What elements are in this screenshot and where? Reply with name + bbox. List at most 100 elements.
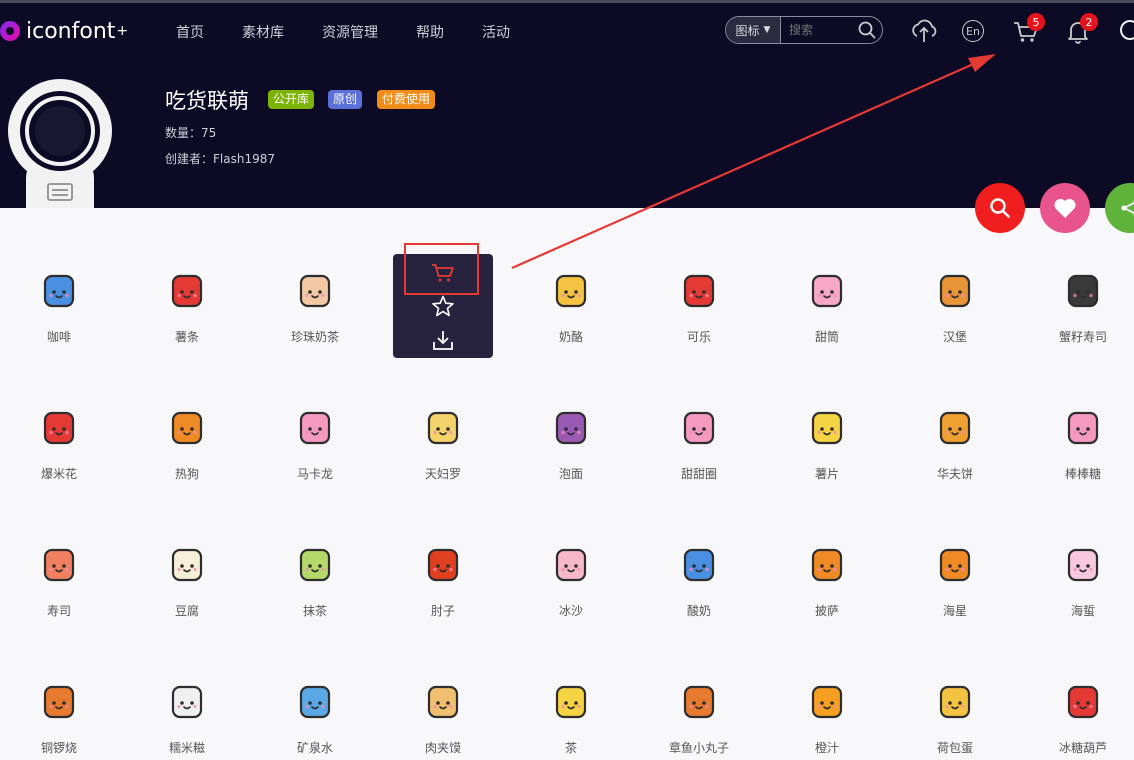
project-title: 吃货联萌	[165, 89, 249, 113]
mochi-icon	[171, 685, 203, 719]
icon-card[interactable]: 薯片	[763, 407, 891, 482]
pork-knuckle-icon	[427, 548, 459, 582]
icon-card[interactable]: 天妇罗	[379, 407, 507, 482]
icon-label: 抹茶	[302, 604, 327, 618]
icon-card[interactable]: 华夫饼	[891, 407, 1019, 482]
icon-card[interactable]: 铜锣烧	[0, 681, 123, 756]
popcorn-icon	[43, 411, 75, 445]
icon-label: 茶	[564, 741, 577, 755]
burger-icon	[939, 274, 971, 308]
icon-card[interactable]: 冰沙	[507, 544, 635, 619]
icon-card[interactable]: 咖啡	[0, 270, 123, 345]
bubble-tea-icon	[299, 274, 331, 308]
icon-card[interactable]: 汉堡	[891, 270, 1019, 345]
chat-icon[interactable]	[1118, 20, 1134, 44]
icon-card[interactable]: 橙汁	[763, 681, 891, 756]
icon-card[interactable]: 糯米糍	[123, 681, 251, 756]
search-input[interactable]	[781, 22, 859, 38]
icon-card[interactable]: 甜甜圈	[635, 407, 763, 482]
corn-dog-icon	[171, 411, 203, 445]
nav-item-library[interactable]: 素材库	[242, 22, 284, 42]
roe-sushi-icon	[1067, 274, 1099, 308]
fries-icon	[171, 274, 203, 308]
icon-label: 薯条	[174, 330, 199, 344]
icon-card[interactable]: 茶	[507, 681, 635, 756]
icon-label: 肘子	[430, 604, 455, 618]
annotation-highlight-box	[404, 243, 479, 295]
collect-star-icon[interactable]	[431, 295, 455, 317]
sushi-icon	[43, 548, 75, 582]
icon-card[interactable]: 章鱼小丸子	[635, 681, 763, 756]
icon-label: 矿泉水	[296, 741, 333, 755]
icon-card[interactable]: 酸奶	[635, 544, 763, 619]
favorite-fab[interactable]	[1040, 183, 1090, 233]
project-header: iconfont+ 首页 素材库 资源管理 帮助 活动 图标 ▼ En 5	[0, 0, 1134, 208]
notification-count-badge: 2	[1080, 13, 1098, 31]
site-logo[interactable]: iconfont +	[0, 18, 128, 44]
icon-label: 豆腐	[174, 604, 199, 618]
icon-label: 咖啡	[46, 330, 71, 344]
fried-egg-icon	[939, 685, 971, 719]
icon-card[interactable]: 甜筒	[763, 270, 891, 345]
dorayaki-icon	[43, 685, 75, 719]
upload-cloud-icon[interactable]	[910, 18, 938, 44]
icon-label: 冰糖葫芦	[1058, 741, 1107, 755]
logo-plus: +	[116, 23, 129, 39]
logo-text: iconfont	[26, 18, 116, 44]
icon-label: 海星	[942, 604, 967, 618]
icon-card[interactable]: 海蜇	[1019, 544, 1134, 619]
heart-icon	[1054, 198, 1076, 218]
chevron-down-icon: ▼	[763, 25, 771, 35]
search-fab[interactable]	[975, 183, 1025, 233]
icon-card[interactable]: 奶酪	[507, 270, 635, 345]
search-type-select[interactable]: 图标 ▼	[726, 17, 781, 43]
icon-card[interactable]: 肉夹馍	[379, 681, 507, 756]
icon-card[interactable]: 珍珠奶茶	[251, 270, 379, 345]
tofu-icon	[171, 548, 203, 582]
icon-label: 棒棒糖	[1064, 467, 1101, 481]
nav-item-help[interactable]: 帮助	[416, 22, 444, 42]
icon-label: 华夫饼	[936, 467, 973, 481]
nav-item-resources[interactable]: 资源管理	[322, 22, 378, 42]
language-toggle[interactable]: En	[962, 20, 984, 42]
icon-label: 可乐	[686, 330, 711, 344]
creator-line: 创建者：Flash1987	[165, 152, 275, 166]
icon-label: 披萨	[814, 604, 839, 618]
icon-label: 章鱼小丸子	[668, 741, 729, 755]
nav-item-events[interactable]: 活动	[482, 22, 510, 42]
icon-card[interactable]: 棒棒糖	[1019, 407, 1134, 482]
icon-card[interactable]: 爆米花	[0, 407, 123, 482]
icon-card[interactable]: 豆腐	[123, 544, 251, 619]
cola-icon	[683, 274, 715, 308]
icon-card[interactable]: 矿泉水	[251, 681, 379, 756]
icon-card[interactable]: 可乐	[635, 270, 763, 345]
icon-label: 甜甜圈	[680, 467, 717, 481]
smoothie-icon	[555, 548, 587, 582]
yogurt-icon	[683, 548, 715, 582]
icon-card[interactable]: 荷包蛋	[891, 681, 1019, 756]
download-icon[interactable]	[432, 329, 454, 351]
icon-label: 荷包蛋	[936, 741, 973, 755]
icon-label: 泡面	[558, 467, 583, 481]
waffle-icon	[939, 411, 971, 445]
icon-card[interactable]: 抹茶	[251, 544, 379, 619]
icon-card[interactable]: 热狗	[123, 407, 251, 482]
pizza-icon	[811, 548, 843, 582]
icon-card[interactable]: 马卡龙	[251, 407, 379, 482]
icon-card[interactable]: 海星	[891, 544, 1019, 619]
tag-paid: 付费使用	[377, 90, 436, 109]
ice-cream-cone-icon	[811, 274, 843, 308]
icon-card[interactable]: 寿司	[0, 544, 123, 619]
search-icon[interactable]	[858, 21, 876, 39]
icon-card[interactable]: 肘子	[379, 544, 507, 619]
lollipop-icon	[1067, 411, 1099, 445]
icon-label: 冰沙	[558, 604, 583, 618]
icon-card[interactable]: 披萨	[763, 544, 891, 619]
icon-card[interactable]: 蟹籽寿司	[1019, 270, 1134, 345]
icon-card[interactable]: 泡面	[507, 407, 635, 482]
nav-item-home[interactable]: 首页	[176, 22, 204, 42]
icon-card[interactable]: 冰糖葫芦	[1019, 681, 1134, 756]
search-box: 图标 ▼	[725, 16, 883, 44]
language-label: En	[966, 24, 980, 38]
icon-card[interactable]: 薯条	[123, 270, 251, 345]
